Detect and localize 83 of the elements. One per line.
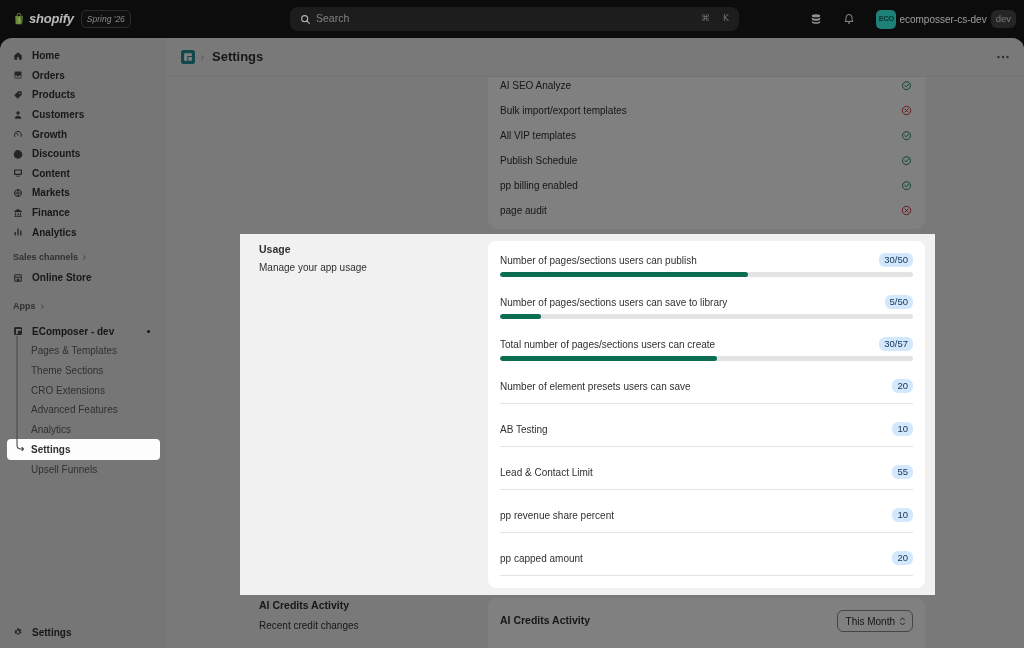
limit-label: Number of pages/sections users can save to library — [500, 295, 728, 310]
card-title: AI Credits Activity — [500, 613, 591, 629]
logo-wordmark[interactable]: shopify — [29, 9, 74, 29]
database-icon[interactable] — [810, 13, 823, 25]
nav-item[interactable]: Home — [7, 46, 60, 66]
page-title: Settings — [212, 49, 264, 65]
nav-item[interactable]: Finance — [7, 202, 70, 223]
limit-label: Total number of pages/sections users can create — [500, 337, 716, 352]
chevron-right-icon — [38, 303, 46, 311]
section-description: Manage your app usage — [259, 261, 368, 275]
feature-name: AI SEO Analyze — [500, 79, 572, 93]
limit-label: Number of element presets users can save — [500, 379, 691, 394]
nav-item[interactable]: Orders — [7, 65, 65, 86]
count-badge: 30/57 — [879, 337, 913, 351]
count-badge: 5/50 — [884, 295, 913, 309]
nav-item[interactable]: EComposer - dev — [7, 321, 115, 342]
gauge-icon — [13, 129, 23, 140]
nav-item[interactable]: Content — [7, 163, 70, 184]
nav-item[interactable]: Analytics — [7, 222, 77, 242]
nav-item[interactable]: Products — [7, 85, 76, 105]
count-badge: 10 — [892, 422, 913, 436]
limit-label: pp revenue share percent — [500, 508, 614, 523]
nav-item[interactable]: Online Store — [7, 267, 92, 288]
bell-icon[interactable] — [843, 13, 856, 25]
more-icon[interactable] — [997, 55, 1009, 59]
nav-subitem[interactable]: Upsell Funnels — [7, 460, 98, 480]
app-logo-icon — [13, 326, 23, 337]
app-logo-icon[interactable] — [181, 50, 195, 64]
nav-subitem[interactable]: Settings — [7, 439, 160, 461]
nav-item[interactable]: Settings — [7, 622, 72, 642]
nav-item[interactable]: Customers — [7, 104, 85, 125]
nav-item[interactable]: Markets — [7, 183, 70, 203]
limit-label: pp capped amount — [500, 551, 583, 566]
store-name[interactable]: ecomposser-cs-dev — [899, 11, 987, 27]
feature-name: pp billing enabled — [500, 179, 578, 193]
tag-icon — [13, 90, 23, 100]
dot-icon — [147, 329, 150, 333]
count-badge: 55 — [892, 465, 913, 479]
bank-icon — [13, 207, 23, 218]
nav-section-link[interactable]: Sales channels — [7, 251, 89, 265]
globe-icon — [13, 187, 23, 198]
search-input[interactable]: Search — [316, 11, 689, 27]
feature-name: Bulk import/export templates — [500, 104, 627, 118]
inbox-icon — [13, 70, 23, 81]
count-badge: 10 — [892, 508, 913, 522]
shortcut-key: K — [723, 12, 729, 26]
count-badge: 20 — [892, 379, 913, 393]
limit-label: Number of pages/sections users can publish — [500, 253, 697, 268]
nav-subitem[interactable]: Pages & Templates — [7, 341, 117, 361]
count-badge: 20 — [892, 551, 913, 565]
period-select[interactable]: This Month — [836, 610, 913, 632]
edition-badge: Spring '26 — [80, 9, 131, 29]
nav-subitem[interactable]: Advanced Features — [7, 399, 118, 420]
section-description: Recent credit changes — [259, 619, 360, 633]
section-title: AI Credits Activity — [259, 598, 351, 612]
feature-name: Publish Schedule — [500, 154, 578, 168]
shortcut-key: ⌘ — [701, 12, 711, 26]
nav-section-link[interactable]: Apps — [7, 299, 46, 314]
store-icon — [13, 272, 23, 283]
count-badge: 30/50 — [879, 253, 913, 267]
section-title: Usage — [259, 242, 292, 256]
nav-subitem[interactable]: Theme Sections — [7, 360, 104, 381]
store-tag: dev — [990, 9, 1016, 29]
shopping-bag-icon[interactable] — [13, 12, 25, 26]
limit-label: AB Testing — [500, 422, 548, 437]
feature-name: All VIP templates — [500, 129, 576, 143]
search-icon — [300, 13, 311, 25]
nav-subitem[interactable]: CRO Extensions — [7, 380, 105, 400]
nav-item[interactable]: Growth — [7, 124, 67, 144]
nav-subitem[interactable]: Analytics — [7, 419, 71, 440]
feature-name: page audit — [500, 204, 547, 218]
settings-icon — [13, 627, 23, 638]
search-field[interactable]: Search ⌘ K — [290, 7, 739, 31]
bar-chart-icon — [13, 227, 23, 238]
nav-item[interactable]: Discounts — [7, 143, 81, 164]
badge-icon — [13, 148, 23, 159]
limit-label: Lead & Contact Limit — [500, 465, 593, 480]
chevron-up-down-icon — [899, 616, 906, 626]
monitor-icon — [13, 168, 23, 179]
person-icon — [13, 109, 23, 120]
chevron-right-icon — [199, 53, 206, 61]
home-icon — [13, 50, 23, 61]
chevron-right-icon — [81, 254, 89, 262]
